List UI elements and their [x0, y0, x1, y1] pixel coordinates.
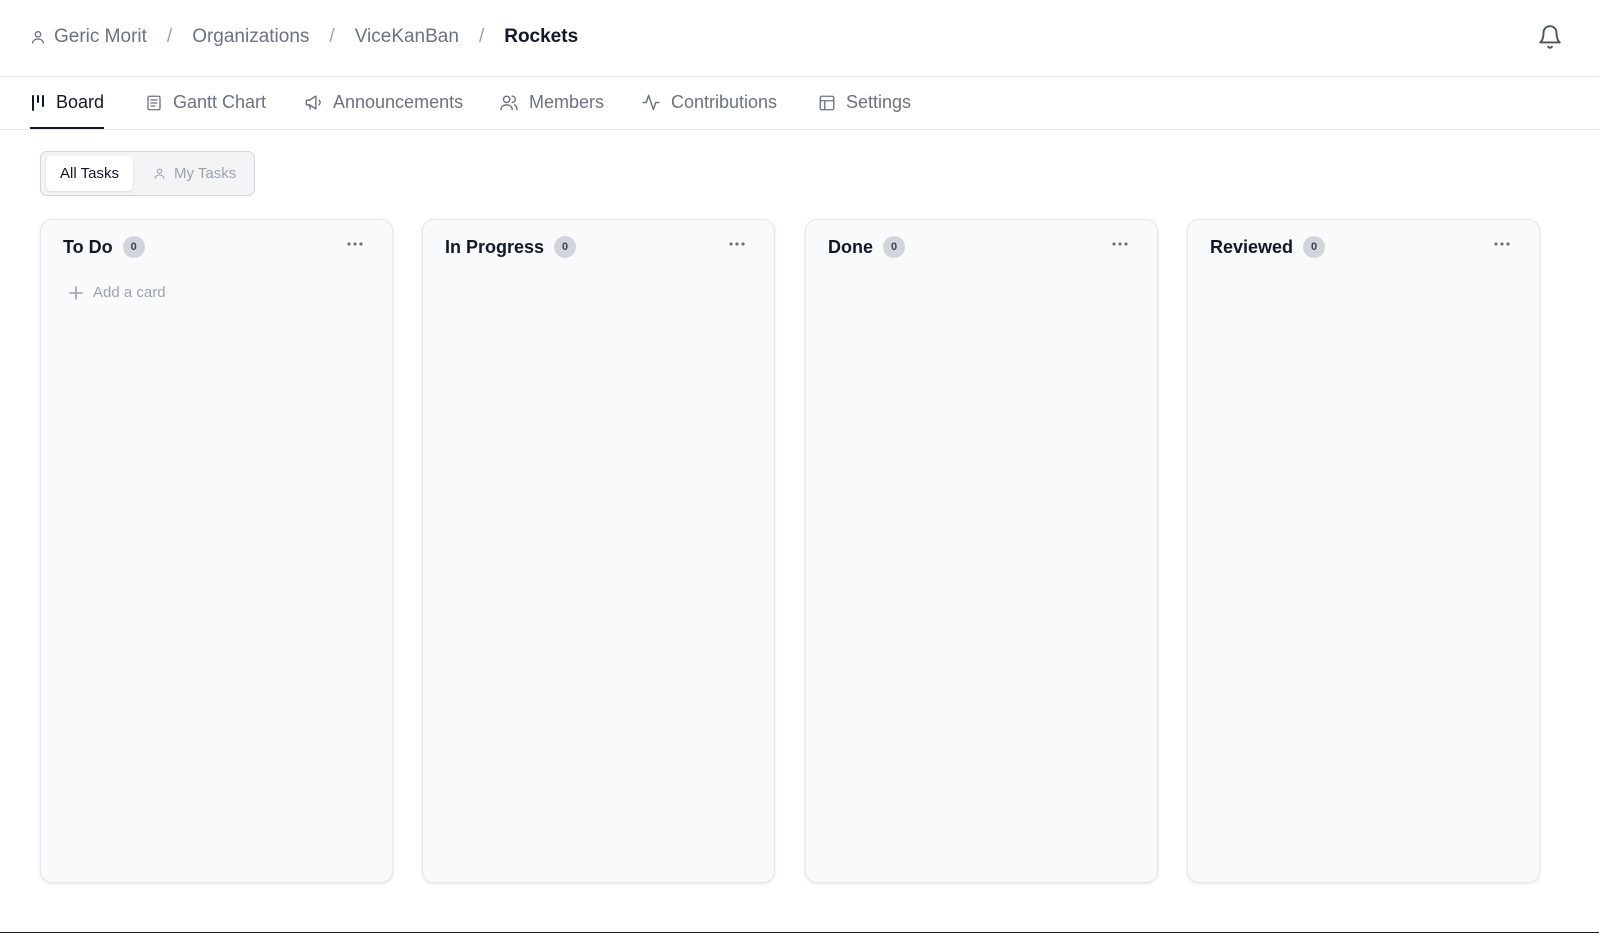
- tab-settings[interactable]: Settings: [818, 77, 911, 128]
- breadcrumb-separator: /: [329, 26, 335, 47]
- tab-members[interactable]: Members: [499, 77, 604, 128]
- column-in-progress: In Progress 0: [422, 219, 775, 883]
- breadcrumb-separator: /: [166, 26, 173, 47]
- document-icon: [147, 95, 161, 110]
- top-bar: Geric Morit / Organizations / ViceKanBan…: [0, 0, 1599, 77]
- tab-announcements[interactable]: Announcements: [304, 77, 463, 128]
- my-tasks-label: My Tasks: [174, 165, 237, 182]
- kanban-icon: [32, 94, 44, 111]
- breadcrumb-user-label: Geric Morit: [54, 26, 147, 47]
- breadcrumb-separator: /: [478, 26, 485, 47]
- my-tasks-button[interactable]: My Tasks: [153, 156, 236, 191]
- column-reviewed: Reviewed 0: [1187, 219, 1540, 883]
- column-done: Done 0: [805, 219, 1158, 883]
- column-to-do: To Do 0 Add a card: [40, 219, 393, 883]
- tab-gantt-chart[interactable]: Gantt Chart: [145, 77, 266, 128]
- add-card-label: Add a card: [93, 284, 166, 301]
- column-header: Reviewed 0: [1210, 236, 1326, 258]
- column-count-badge: 0: [883, 236, 905, 258]
- add-card-button[interactable]: Add a card: [69, 284, 166, 301]
- column-title: In Progress: [445, 236, 545, 257]
- breadcrumb-org[interactable]: ViceKanBan: [355, 26, 459, 48]
- project-tabs: Board Gantt Chart Announcements Members …: [0, 77, 1599, 130]
- tab-board-label: Board: [56, 92, 105, 112]
- user-icon: [154, 168, 165, 179]
- tab-members-label: Members: [529, 92, 605, 112]
- bell-icon[interactable]: [1537, 24, 1563, 50]
- more-horizontal-icon[interactable]: [344, 238, 366, 250]
- tab-settings-label: Settings: [846, 92, 912, 112]
- all-tasks-button[interactable]: All Tasks: [46, 156, 133, 191]
- more-horizontal-icon[interactable]: [1109, 238, 1131, 250]
- tab-announcements-label: Announcements: [333, 92, 464, 112]
- megaphone-icon: [305, 95, 321, 110]
- breadcrumb-project: Rockets: [504, 26, 579, 47]
- breadcrumb-user[interactable]: Geric Morit: [30, 26, 147, 48]
- user-icon: [31, 31, 44, 44]
- column-title: Done: [828, 236, 873, 257]
- plus-icon: [69, 285, 83, 300]
- tab-contributions-label: Contributions: [671, 92, 778, 112]
- users-icon: [500, 95, 518, 111]
- column-count-badge: 0: [554, 236, 577, 258]
- task-filter: All Tasks My Tasks: [40, 151, 255, 196]
- column-header: Done 0: [828, 236, 905, 258]
- column-title: To Do: [63, 236, 113, 257]
- activity-icon: [642, 94, 660, 111]
- column-header: To Do 0: [63, 236, 145, 258]
- more-horizontal-icon[interactable]: [1491, 238, 1513, 250]
- tab-gantt-chart-label: Gantt Chart: [173, 92, 267, 112]
- breadcrumb: Geric Morit / Organizations / ViceKanBan…: [30, 22, 578, 52]
- more-horizontal-icon[interactable]: [726, 238, 748, 250]
- tab-contributions[interactable]: Contributions: [641, 77, 777, 128]
- column-title: Reviewed: [1210, 236, 1294, 257]
- column-header: In Progress 0: [445, 236, 577, 258]
- column-count-badge: 0: [1303, 236, 1326, 258]
- breadcrumb-organizations[interactable]: Organizations: [192, 26, 309, 48]
- tab-board[interactable]: Board: [30, 77, 105, 129]
- column-count-badge: 0: [122, 236, 145, 258]
- layout-icon: [819, 95, 835, 110]
